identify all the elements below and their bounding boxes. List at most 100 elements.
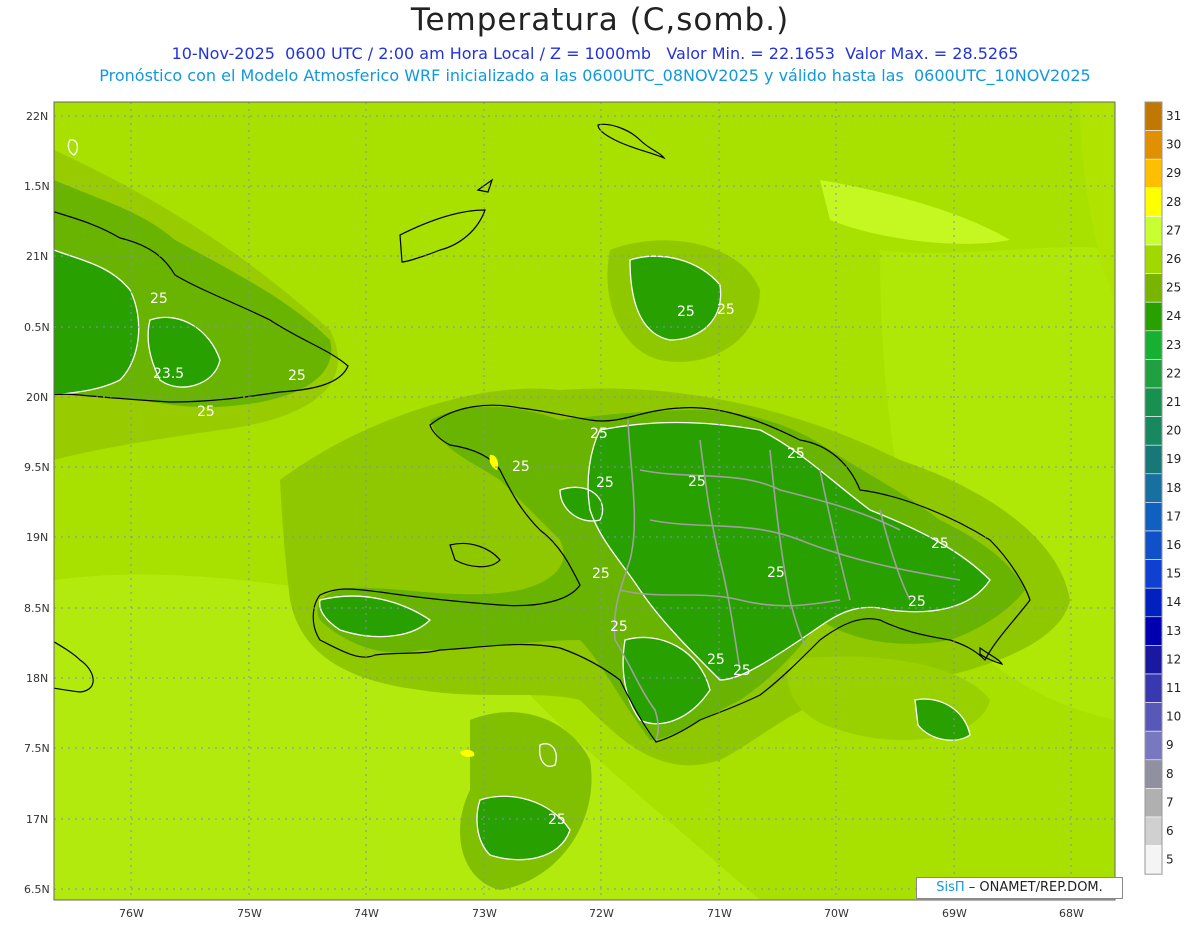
credit-text: – ONAMET/REP.DOM. bbox=[964, 880, 1103, 895]
colorbar-swatch bbox=[1144, 587, 1163, 618]
contour-label: 25 bbox=[590, 426, 608, 442]
lat-tick-label: 22N bbox=[26, 110, 48, 123]
lon-tick-label: 72W bbox=[589, 907, 614, 920]
lat-tick-label: 20N bbox=[26, 391, 48, 404]
colorbar-label: 20 bbox=[1166, 424, 1181, 438]
contour-label: 25 bbox=[733, 663, 751, 679]
colorbar-swatch bbox=[1144, 301, 1163, 332]
contour-label: 25 bbox=[596, 475, 614, 491]
contour-label: 25 bbox=[592, 566, 610, 582]
contour-label: 25 bbox=[677, 304, 695, 320]
colorbar-label: 7 bbox=[1166, 795, 1174, 809]
colorbar-label: 30 bbox=[1166, 138, 1181, 152]
contour-label: 25 bbox=[767, 565, 785, 581]
colorbar-swatch bbox=[1144, 444, 1163, 475]
colorbar-swatch bbox=[1144, 788, 1163, 818]
colorbar-swatch bbox=[1144, 730, 1163, 761]
contour-label: 25 bbox=[548, 812, 566, 828]
lon-tick-label: 73W bbox=[472, 907, 497, 920]
lon-tick-label: 70W bbox=[824, 907, 849, 920]
longitude-axis: 76W 75W 74W 73W 72W 71W 70W 69W 68W bbox=[119, 907, 1084, 920]
colorbar-label: 12 bbox=[1166, 652, 1181, 666]
colorbar-label: 26 bbox=[1166, 252, 1181, 266]
colorbar-swatch bbox=[1144, 101, 1163, 131]
contour-label: 25 bbox=[197, 404, 215, 420]
colorbar-label: 28 bbox=[1166, 195, 1181, 209]
colorbar-swatch bbox=[1144, 530, 1163, 560]
contour-label: 23.5 bbox=[153, 366, 184, 382]
lon-tick-label: 69W bbox=[942, 907, 967, 920]
colorbar-label: 17 bbox=[1166, 509, 1181, 523]
colorbar-swatch bbox=[1144, 158, 1163, 189]
colorbar-swatch bbox=[1144, 244, 1163, 274]
lat-tick-label: 9.5N bbox=[24, 461, 50, 474]
contour-label: 25 bbox=[787, 446, 805, 462]
colorbar-label: 27 bbox=[1166, 223, 1181, 237]
colorbar-swatch bbox=[1144, 502, 1163, 532]
lon-tick-label: 76W bbox=[119, 907, 144, 920]
latitude-axis: 22N 1.5N 21N 0.5N 20N 9.5N 19N 8.5N 18N … bbox=[24, 110, 50, 896]
colorbar-label: 8 bbox=[1166, 767, 1174, 781]
temperature-map: 25 25 25 23.5 25 25 25 25 25 25 25 25 25… bbox=[24, 101, 1181, 920]
lon-tick-label: 68W bbox=[1059, 907, 1084, 920]
colorbar-swatch bbox=[1144, 673, 1163, 703]
colorbar-label: 9 bbox=[1166, 738, 1174, 752]
colorbar-label: 22 bbox=[1166, 366, 1181, 380]
colorbar-label: 14 bbox=[1166, 595, 1181, 609]
lat-tick-label: 6.5N bbox=[24, 883, 50, 896]
contour-label: 25 bbox=[610, 619, 628, 635]
colorbar-swatch bbox=[1144, 330, 1163, 360]
colorbar-label: 15 bbox=[1166, 567, 1181, 581]
colorbar-label: 13 bbox=[1166, 624, 1181, 638]
colorbar-label: 11 bbox=[1166, 681, 1181, 695]
lat-tick-label: 17N bbox=[26, 813, 48, 826]
lat-tick-label: 19N bbox=[26, 531, 48, 544]
sispi-logo: SisΠ bbox=[936, 880, 965, 895]
colorbar-label: 5 bbox=[1166, 853, 1174, 867]
colorbar-label: 24 bbox=[1166, 309, 1181, 323]
contour-label: 25 bbox=[512, 459, 530, 475]
colorbar-swatch bbox=[1144, 759, 1163, 789]
lat-tick-label: 1.5N bbox=[24, 180, 50, 193]
colorbar-swatch bbox=[1144, 845, 1163, 875]
colorbar-swatch bbox=[1144, 130, 1163, 160]
colorbar: 31 30 29 28 27 26 25 24 23 22 21 20 19 18 17 16 15 14 13 12… bbox=[1144, 101, 1181, 875]
colorbar-swatch bbox=[1144, 702, 1163, 732]
lat-tick-label: 7.5N bbox=[24, 742, 50, 755]
colorbar-label: 18 bbox=[1166, 481, 1181, 495]
colorbar-label: 29 bbox=[1166, 166, 1181, 180]
colorbar-swatch bbox=[1144, 645, 1163, 675]
lat-tick-label: 0.5N bbox=[24, 321, 50, 334]
lon-tick-label: 75W bbox=[237, 907, 262, 920]
colorbar-label: 10 bbox=[1166, 710, 1181, 724]
colorbar-swatch bbox=[1144, 816, 1163, 846]
colorbar-swatch bbox=[1144, 387, 1163, 417]
colorbar-swatch bbox=[1144, 616, 1163, 646]
contour-label: 25 bbox=[707, 652, 725, 668]
colorbar-label: 6 bbox=[1166, 824, 1174, 838]
contour-label: 25 bbox=[688, 474, 706, 490]
credit-box: SisΠ – ONAMET/REP.DOM. bbox=[916, 877, 1123, 899]
colorbar-label: 19 bbox=[1166, 452, 1181, 466]
contour-label: 25 bbox=[717, 302, 735, 318]
colorbar-swatch bbox=[1144, 473, 1163, 503]
contour-label: 25 bbox=[931, 536, 949, 552]
shaded-field: 25 25 25 23.5 25 25 25 25 25 25 25 25 25… bbox=[54, 102, 1115, 900]
lon-tick-label: 74W bbox=[354, 907, 379, 920]
contour-label: 25 bbox=[150, 291, 168, 307]
lat-tick-label: 18N bbox=[26, 672, 48, 685]
colorbar-swatch bbox=[1144, 216, 1163, 246]
lat-tick-label: 8.5N bbox=[24, 602, 50, 615]
lat-tick-label: 21N bbox=[26, 250, 48, 263]
colorbar-swatch bbox=[1144, 187, 1163, 217]
contour-label: 25 bbox=[908, 594, 926, 610]
colorbar-label: 23 bbox=[1166, 338, 1181, 352]
colorbar-swatch bbox=[1144, 559, 1163, 589]
colorbar-swatch bbox=[1144, 273, 1163, 303]
colorbar-label: 16 bbox=[1166, 538, 1181, 552]
contour-label: 25 bbox=[288, 368, 306, 384]
lon-tick-label: 71W bbox=[707, 907, 732, 920]
colorbar-label: 21 bbox=[1166, 395, 1181, 409]
colorbar-label: 31 bbox=[1166, 109, 1181, 123]
colorbar-swatch bbox=[1144, 359, 1163, 389]
